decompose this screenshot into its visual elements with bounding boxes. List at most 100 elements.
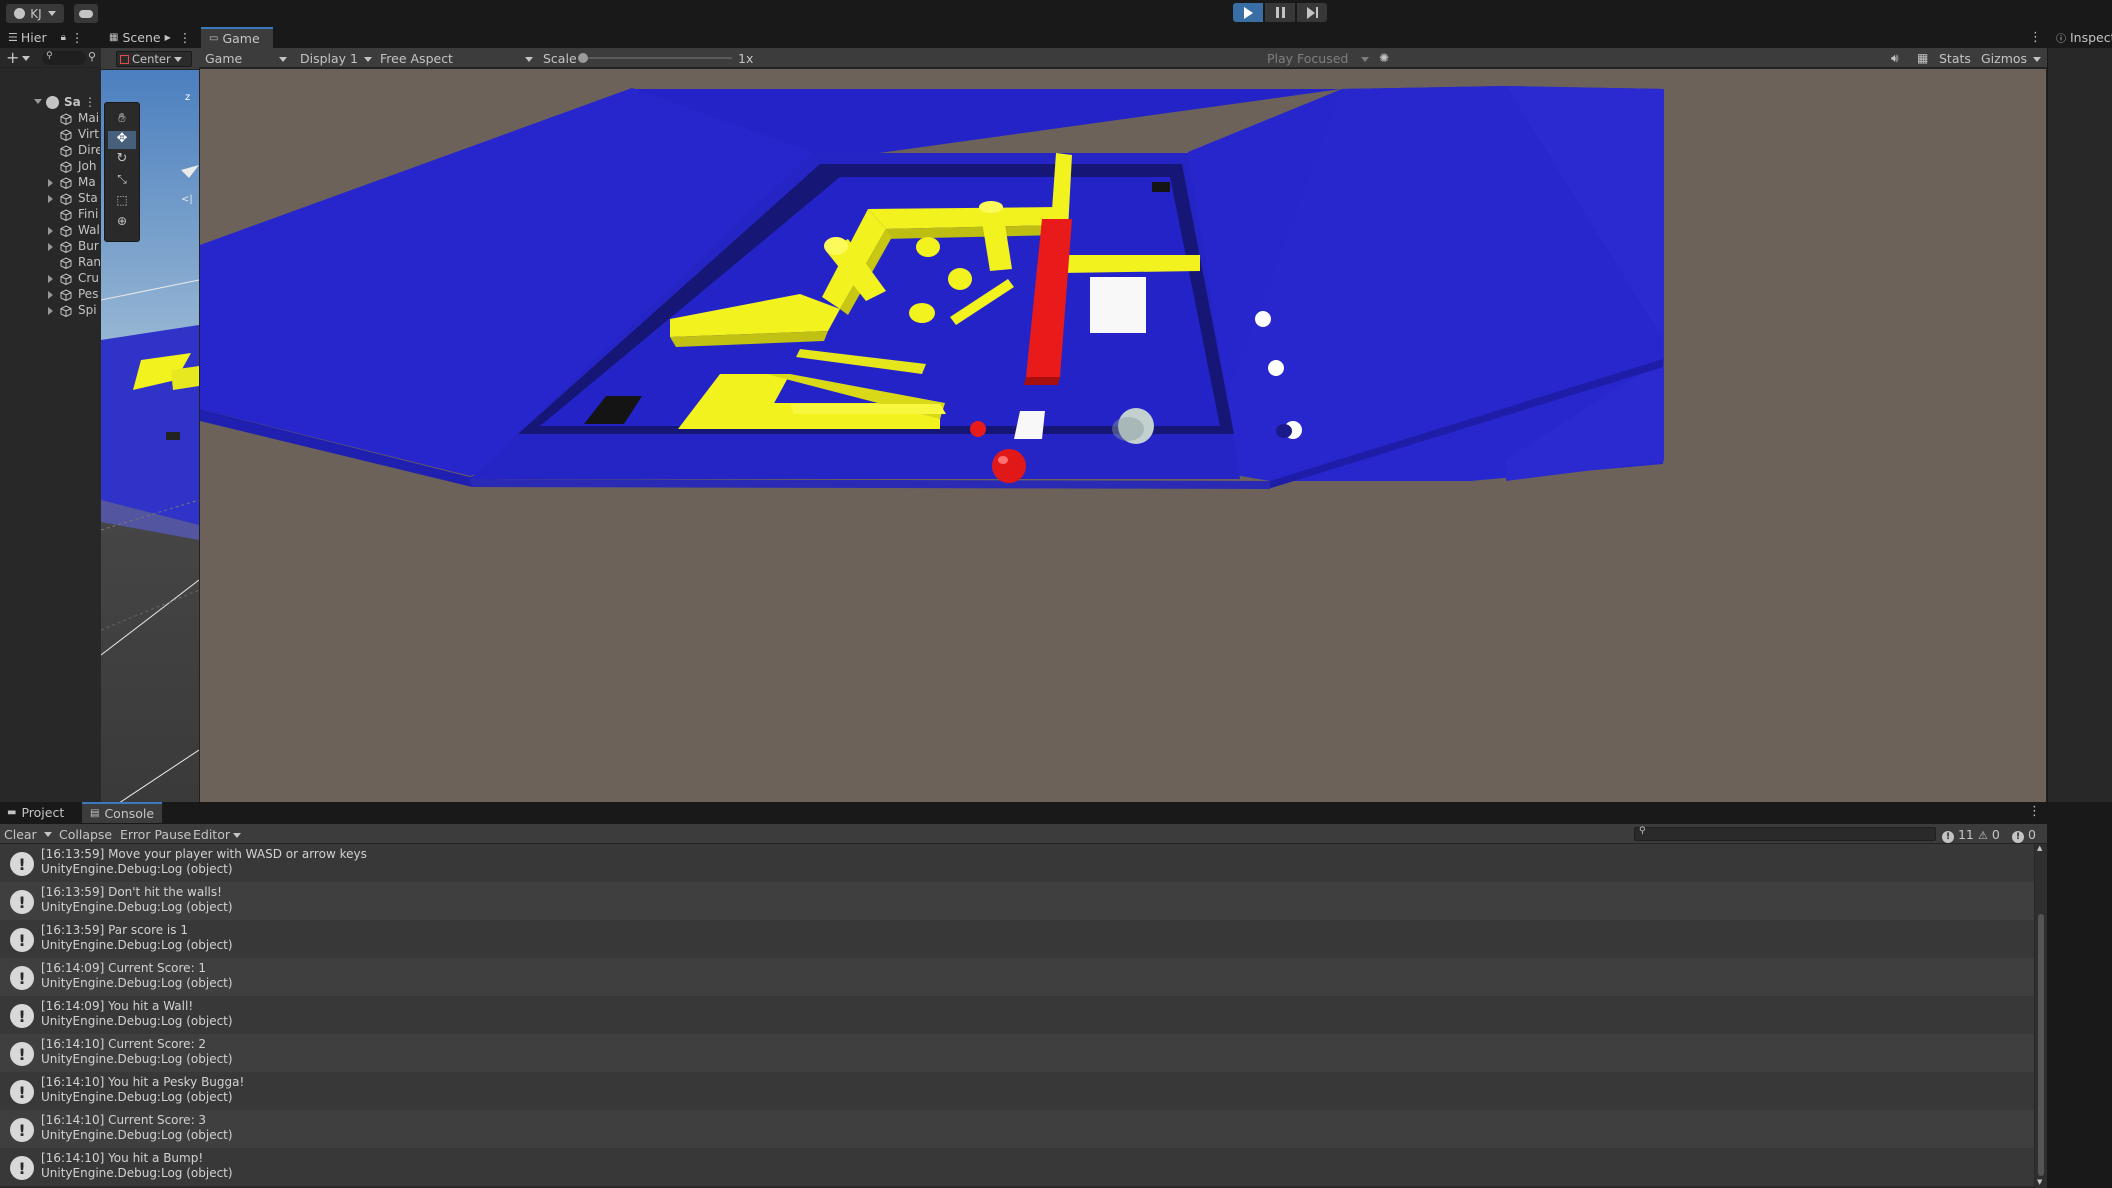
hierarchy-item[interactable]: Wal — [0, 223, 100, 239]
clear-button[interactable]: Clear — [4, 827, 37, 842]
account-dropdown[interactable]: KJ — [6, 4, 64, 23]
editor-dropdown[interactable]: Editor — [193, 827, 241, 842]
console-log-entry[interactable]: ! [16:14:09] Current Score: 1 UnityEngine.… — [0, 958, 2034, 996]
hierarchy-item[interactable]: Mai — [0, 111, 100, 127]
hierarchy-item[interactable]: Sta — [0, 191, 100, 207]
console-log-entry[interactable]: ! [16:14:10] You hit a Bump! UnityEngine.D… — [0, 1148, 2034, 1186]
play-button[interactable] — [1233, 3, 1263, 22]
more-icon[interactable]: ⋮ — [2029, 30, 2042, 45]
hierarchy-item-label: Pes — [78, 287, 99, 301]
hierarchy-item[interactable]: Bur — [0, 239, 100, 255]
tab-inspector[interactable]: ⓘ Inspect — [2048, 27, 2112, 48]
rect-tool-icon[interactable]: ⬚ — [108, 193, 136, 211]
scale-slider-thumb[interactable] — [578, 53, 588, 63]
scroll-down-icon[interactable]: ▼ — [2037, 1178, 2042, 1186]
view-tool-icon[interactable]: ✋︎ — [108, 111, 136, 129]
step-button[interactable] — [1297, 3, 1327, 22]
yellow-t-wall-face — [790, 404, 946, 414]
console-log-entry[interactable]: ! [16:13:59] Move your player with WASD o… — [0, 844, 2034, 882]
lock-icon[interactable]: 🔒︎ — [61, 32, 66, 43]
more-icon[interactable]: ⋮ — [71, 30, 84, 45]
more-icon[interactable]: ⋮ — [179, 30, 192, 45]
log-stacktrace: UnityEngine.Debug:Log (object) — [41, 1166, 233, 1180]
unity-scene-icon — [46, 96, 59, 109]
console-log-entry[interactable]: ! [16:13:59] Par score is 1 UnityEngine.De… — [0, 920, 2034, 958]
console-log-entry[interactable]: ! [16:14:10] Current Score: 2 UnityEngine.… — [0, 1034, 2034, 1072]
warning-count-toggle[interactable]: ⚠ 0 — [1978, 827, 2000, 842]
hierarchy-item[interactable]: Ma — [0, 175, 100, 191]
scene-viewport[interactable]: z <| ✋︎ ✥ ↻ ⤡ ⬚ ⊕ — [101, 70, 199, 802]
log-count-toggle[interactable]: ! 11 — [1942, 827, 1974, 843]
folder-icon: ▬ — [7, 807, 17, 818]
hierarchy-item[interactable]: Cru — [0, 271, 100, 287]
expand-arrow-icon[interactable] — [48, 275, 53, 283]
log-stacktrace: UnityEngine.Debug:Log (object) — [41, 1128, 233, 1142]
collapse-button[interactable]: Collapse — [59, 827, 112, 842]
yellow-cylinder-1-cap — [824, 237, 848, 255]
hierarchy-item[interactable]: Fini — [0, 207, 100, 223]
expand-arrow-icon[interactable] — [48, 291, 53, 299]
tab-hierarchy[interactable]: ☰ Hier 🔒︎ ⋮ — [0, 27, 100, 48]
play-focused-dropdown[interactable]: Play Focused — [1267, 51, 1371, 66]
audio-icon[interactable]: 🔊︎ — [1891, 51, 1899, 66]
scrollbar-thumb[interactable] — [2038, 914, 2044, 1176]
more-icon[interactable]: ⋮ — [84, 95, 96, 109]
console-log-entry[interactable]: ! [16:14:10] You hit a Pesky Bugga! UnityE… — [0, 1072, 2034, 1110]
move-tool-icon[interactable]: ✥ — [108, 131, 136, 149]
console-log-entry[interactable]: ! [16:13:59] Don't hit the walls! UnityEng… — [0, 882, 2034, 920]
display-dropdown[interactable]: Display 1 — [300, 51, 374, 66]
play-icon — [1243, 6, 1253, 19]
log-stacktrace: UnityEngine.Debug:Log (object) — [41, 1014, 233, 1028]
hierarchy-item-label: Bur — [78, 239, 99, 253]
cloud-button[interactable] — [74, 4, 98, 23]
hierarchy-item[interactable]: Virt — [0, 127, 100, 143]
hierarchy-item[interactable]: Joh — [0, 159, 100, 175]
bug-icon[interactable]: ✺ — [1379, 51, 1389, 65]
rotate-tool-icon[interactable]: ↻ — [108, 151, 136, 169]
console-log-entry[interactable]: ! [16:14:10] Current Score: 3 UnityEngine.… — [0, 1110, 2034, 1148]
more-icon[interactable]: ⋮ — [2028, 804, 2041, 819]
scale-tool-icon[interactable]: ⤡ — [108, 172, 136, 190]
error-pause-button[interactable]: Error Pause — [120, 827, 191, 842]
scene-root-row[interactable]: Sa ⋮ — [0, 95, 100, 111]
expand-arrow-icon[interactable] — [48, 243, 53, 251]
console-search-input[interactable]: ⚲ — [1634, 826, 1936, 841]
expand-arrow-icon[interactable] — [48, 227, 53, 235]
search-icon: ⚲ — [46, 51, 53, 61]
pause-button[interactable] — [1265, 3, 1295, 22]
tab-project[interactable]: ▬ Project — [0, 802, 82, 823]
pivot-dropdown[interactable]: Center — [116, 51, 192, 67]
console-log-entry[interactable]: ! [16:14:09] You hit a Wall! UnityEngine.D… — [0, 996, 2034, 1034]
scale-slider[interactable] — [578, 53, 732, 63]
tab-console[interactable]: ▤ Console — [82, 802, 162, 823]
red-wall-side — [1024, 377, 1060, 385]
aspect-dropdown[interactable]: Free Aspect — [380, 51, 534, 66]
stats-button[interactable]: Stats — [1939, 51, 1971, 66]
game-mode-dropdown[interactable]: Game — [205, 51, 287, 66]
clear-options-icon[interactable] — [44, 832, 52, 837]
hierarchy-item[interactable]: Spi — [0, 303, 100, 319]
hierarchy-item[interactable]: Dire — [0, 143, 100, 159]
game-viewport[interactable] — [200, 69, 2046, 802]
hierarchy-item-label: Fini — [78, 207, 99, 221]
scene-visibility-icon[interactable]: ⚲ — [88, 50, 96, 63]
add-icon[interactable]: + — [6, 48, 19, 67]
gizmos-dropdown[interactable]: Gizmos — [1981, 51, 2045, 66]
error-count-toggle[interactable]: ! 0 — [2012, 827, 2036, 843]
tab-scene[interactable]: ▦ Scene ▶ ⋮ — [101, 27, 199, 48]
hierarchy-search-input[interactable]: ⚲ — [42, 51, 86, 65]
expand-arrow-icon[interactable] — [48, 179, 53, 187]
tab-game[interactable]: ▭ Game — [201, 27, 273, 48]
add-dropdown-icon[interactable] — [22, 56, 30, 61]
expand-arrow-icon[interactable] — [48, 307, 53, 315]
hierarchy-item[interactable]: Ran — [0, 255, 100, 271]
scroll-up-icon[interactable]: ▲ — [2037, 844, 2042, 852]
hierarchy-toolbar: + ⚲ ⚲ — [0, 48, 101, 68]
expand-arrow-icon[interactable] — [48, 195, 53, 203]
hierarchy-item[interactable]: Pes — [0, 287, 100, 303]
transform-tool-icon[interactable]: ⊕ — [108, 214, 136, 232]
console-scrollbar[interactable]: ▲ ▼ — [2035, 844, 2047, 1188]
stats-layout-icon[interactable]: ▦ — [1917, 51, 1928, 65]
chevron-down-icon — [2033, 57, 2041, 62]
account-label: KJ — [30, 6, 42, 21]
